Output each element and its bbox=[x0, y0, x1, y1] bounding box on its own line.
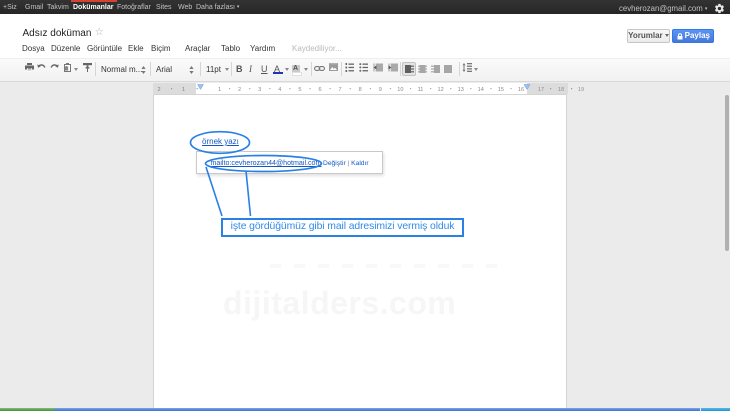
svg-text:3: 3 bbox=[258, 87, 261, 93]
svg-text:14: 14 bbox=[478, 87, 484, 93]
svg-text:17: 17 bbox=[538, 87, 544, 93]
svg-text:8: 8 bbox=[359, 87, 362, 93]
svg-text:4: 4 bbox=[278, 87, 281, 93]
svg-text:16: 16 bbox=[518, 87, 524, 93]
svg-text:13: 13 bbox=[458, 87, 464, 93]
svg-text:11: 11 bbox=[418, 87, 424, 93]
svg-text:6: 6 bbox=[318, 87, 321, 93]
svg-text:5: 5 bbox=[298, 87, 301, 93]
svg-text:19: 19 bbox=[578, 87, 584, 93]
svg-text:2: 2 bbox=[238, 87, 241, 93]
svg-text:15: 15 bbox=[498, 87, 504, 93]
svg-text:9: 9 bbox=[379, 87, 382, 93]
svg-text:18: 18 bbox=[558, 87, 564, 93]
svg-text:7: 7 bbox=[339, 87, 342, 93]
svg-text:10: 10 bbox=[397, 87, 403, 93]
svg-text:2: 2 bbox=[157, 87, 160, 93]
svg-text:1: 1 bbox=[182, 87, 185, 93]
svg-text:12: 12 bbox=[437, 87, 443, 93]
svg-text:1: 1 bbox=[218, 87, 221, 93]
